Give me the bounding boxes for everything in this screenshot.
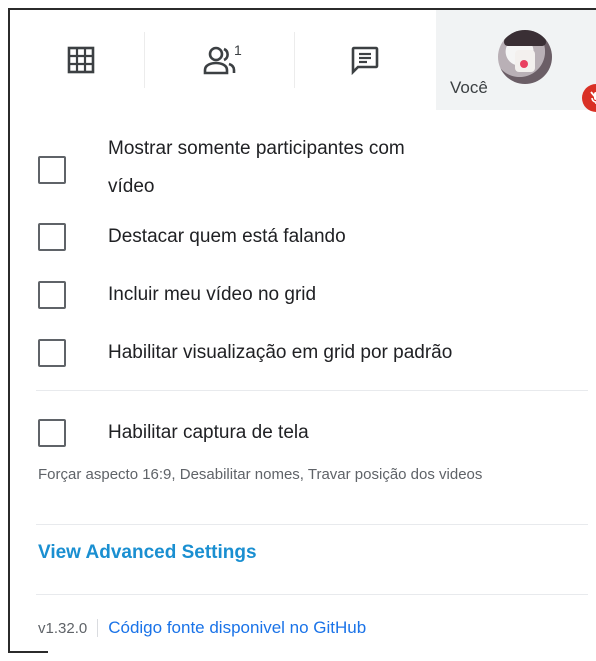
toolbar: 1 Você [10,10,596,112]
grid-default-label: Habilitar visualização em grid por padrã… [108,342,453,363]
self-name: Você [450,78,488,97]
highlight-speaker-checkbox[interactable] [38,223,66,251]
screen-capture-label: Habilitar captura de tela [108,422,309,443]
section-divider [36,390,588,391]
toolbar-divider [144,32,145,88]
grid-default-checkbox[interactable] [38,339,66,367]
view-advanced-settings-link[interactable]: View Advanced Settings [38,542,257,564]
people-button[interactable]: 1 [152,10,294,110]
section-divider [36,524,588,525]
chat-button[interactable] [294,10,436,110]
grid-view-panel: 1 Você Mostrar somente participantes com… [8,8,596,653]
grid-icon [67,46,95,74]
source-code-link[interactable]: Código fonte disponivel no GitHub [108,618,366,638]
hint-text: Forçar aspecto 16:9, Desabilitar nomes, … [38,466,483,483]
only-video-label-line1: Mostrar somente participantes com [108,138,405,159]
footer: v1.32.0 Código fonte disponivel no GitHu… [38,616,366,640]
footer-divider [97,619,99,637]
only-video-label-line2: vídeo [108,176,155,197]
screen-capture-checkbox[interactable] [38,419,66,447]
version-label: v1.32.0 [38,619,88,637]
only-video-checkbox[interactable] [38,156,66,184]
highlight-speaker-label: Destacar quem está falando [108,226,346,247]
include-my-video-checkbox[interactable] [38,281,66,309]
people-count: 1 [234,42,242,58]
mic-off-icon [582,84,596,112]
include-my-video-label: Incluir meu vídeo no grid [108,284,317,305]
self-video-tile[interactable]: Você [436,10,596,112]
avatar [498,30,552,84]
chat-icon [351,46,379,75]
grid-view-button[interactable] [10,10,152,110]
section-divider [36,594,588,595]
